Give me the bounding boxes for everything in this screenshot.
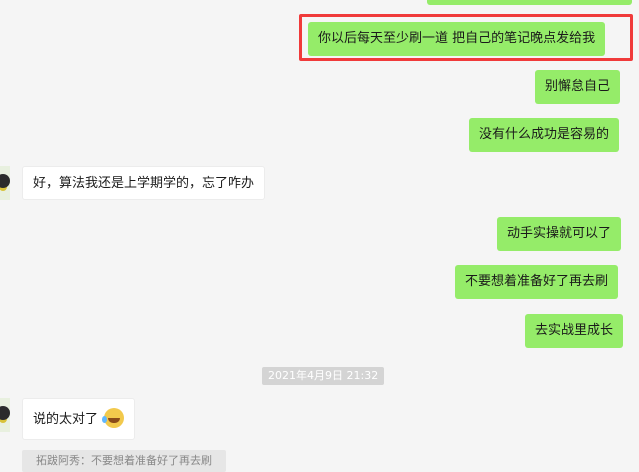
message-text: 动手实操就可以了 xyxy=(507,226,612,241)
message-bubble-outgoing[interactable]: 别懈怠自己 xyxy=(535,70,621,104)
chat-area: 你以后每天至少刷一道 把自己的笔记晚点发给我 别懈怠自己 没有什么成功是容易的 … xyxy=(0,0,639,472)
message-text: 别懈怠自己 xyxy=(545,79,611,94)
message-text: 你以后每天至少刷一道 把自己的笔记晚点发给我 xyxy=(318,31,596,46)
message-bubble-outgoing[interactable]: 你以后每天至少刷一道 把自己的笔记晚点发给我 xyxy=(308,22,606,56)
message-bubble-outgoing[interactable]: 没有什么成功是容易的 xyxy=(469,118,620,152)
message-text: 去实战里成长 xyxy=(535,323,614,338)
grinning-sweat-emoji-icon xyxy=(102,408,125,428)
message-text: 没有什么成功是容易的 xyxy=(479,127,610,142)
message-bubble-incoming[interactable]: 好，算法我还是上学期学的，忘了咋办 xyxy=(22,166,266,200)
contact-avatar-icon xyxy=(0,406,10,420)
avatar[interactable] xyxy=(0,166,10,200)
message-bubble-outgoing[interactable]: 不要想着准备好了再去刷 xyxy=(455,265,619,299)
message-bubble-outgoing[interactable]: 去实战里成长 xyxy=(525,314,624,348)
avatar[interactable] xyxy=(0,398,10,432)
timestamp: 2021年4月9日 21:32 xyxy=(262,367,385,385)
message-text: 说的太对了 xyxy=(33,412,99,427)
message-bubble-incoming[interactable]: 说的太对了 xyxy=(22,398,136,440)
message-text: 不要想着准备好了再去刷 xyxy=(465,274,609,289)
message-bubble-outgoing[interactable]: 动手实操就可以了 xyxy=(497,217,622,251)
partial-message-bubble[interactable] xyxy=(427,0,632,5)
message-text: 好，算法我还是上学期学的，忘了咋办 xyxy=(33,176,255,191)
quoted-message[interactable]: 拓跋阿秀：不要想着准备好了再去刷 xyxy=(22,450,226,472)
contact-avatar-icon xyxy=(0,174,10,188)
